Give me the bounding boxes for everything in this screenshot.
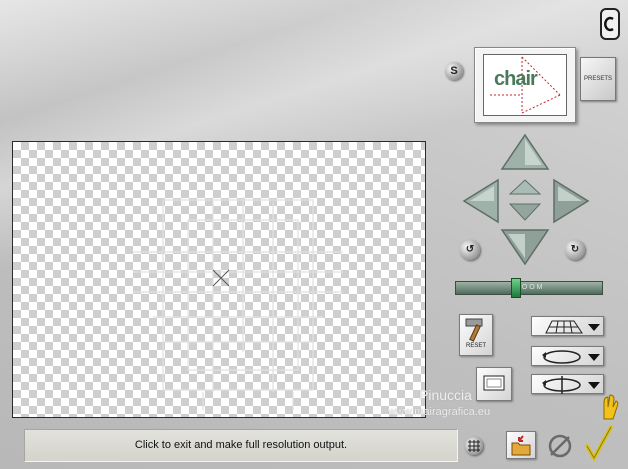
- arrow-up-icon[interactable]: [500, 133, 550, 173]
- open-folder-button[interactable]: [506, 431, 536, 459]
- ok-check-icon[interactable]: [584, 424, 614, 463]
- hand-icon: [598, 393, 620, 421]
- rotate-right-icon[interactable]: ↻: [565, 240, 585, 260]
- app-logo-icon: [600, 8, 620, 40]
- reset-button[interactable]: RESET: [459, 314, 493, 356]
- arrow-down-icon[interactable]: [500, 226, 550, 266]
- zoom-slider[interactable]: Z O O M: [455, 278, 603, 298]
- rotate-vertical-icon: [542, 376, 600, 394]
- rotate-horizontal-icon: [542, 350, 600, 364]
- rotate-left-icon[interactable]: ↺: [460, 240, 480, 260]
- watermark-name: Pinuccia: [419, 387, 472, 403]
- frame-button[interactable]: [476, 367, 512, 401]
- grid-plane-icon: [545, 320, 600, 334]
- status-bar[interactable]: Click to exit and make full resolution o…: [24, 429, 458, 462]
- preview-thumbnail[interactable]: chair: [474, 47, 576, 123]
- status-text: Click to exit and make full resolution o…: [134, 439, 348, 451]
- center-icon[interactable]: [506, 178, 544, 222]
- preview-word: chair: [494, 68, 538, 90]
- arrow-left-icon[interactable]: [462, 178, 500, 224]
- s-button[interactable]: S: [445, 62, 463, 80]
- watermark-url: www.mairagrafica.eu: [388, 406, 491, 418]
- frame-icon: [483, 375, 505, 391]
- grid-toggle-icon[interactable]: [465, 437, 483, 455]
- cancel-icon[interactable]: [546, 432, 574, 460]
- presets-label: PRESETS: [583, 76, 612, 82]
- zoom-label: Z O O M: [515, 284, 543, 291]
- presets-button[interactable]: PRESETS: [580, 57, 616, 101]
- hammer-icon: [465, 318, 483, 342]
- axis-mode-dropdown[interactable]: [531, 374, 604, 394]
- arrow-right-icon[interactable]: [552, 178, 590, 224]
- zoom-knob[interactable]: [511, 278, 521, 298]
- rotate-mode-dropdown[interactable]: [531, 346, 604, 366]
- reset-label: RESET: [465, 343, 486, 349]
- open-folder-icon: [511, 435, 531, 456]
- plane-mode-dropdown[interactable]: [531, 316, 604, 336]
- wireframe-object: [133, 197, 343, 410]
- canvas-area[interactable]: [12, 141, 426, 418]
